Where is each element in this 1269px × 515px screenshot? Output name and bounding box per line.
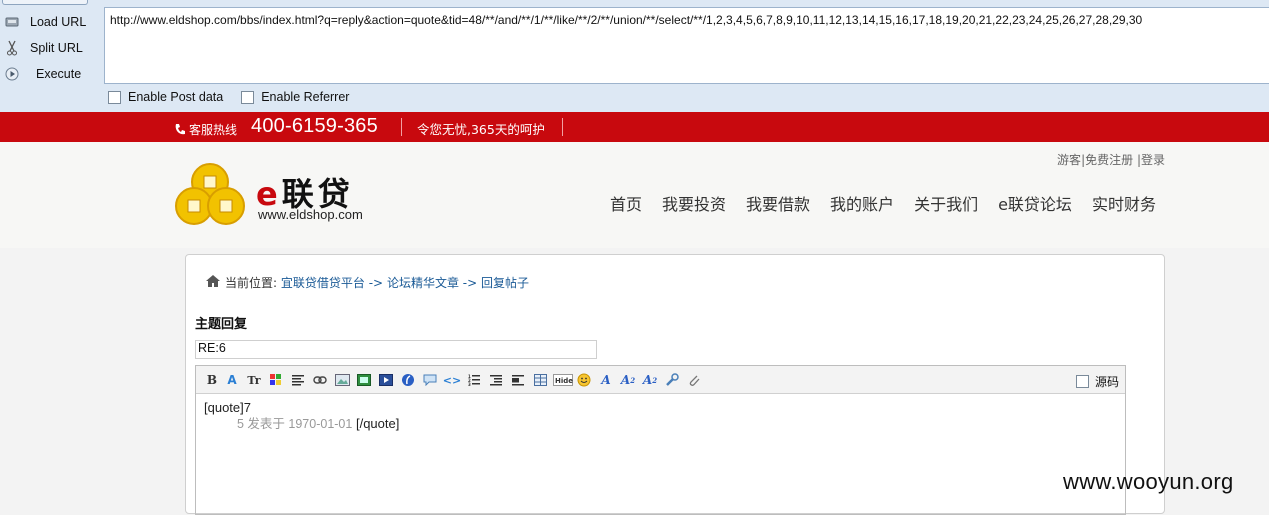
image-icon[interactable] <box>334 372 350 388</box>
hotline-label: 客服热线 <box>189 123 238 137</box>
photo-icon[interactable] <box>356 372 372 388</box>
slogan: 令您无忧,365天的呵护 <box>417 122 545 137</box>
bold-icon[interactable]: B <box>204 372 220 388</box>
content-line: [quote]7 <box>204 400 251 415</box>
user-links: 游客|免费注册 |登录 <box>1057 153 1165 167</box>
breadcrumb-reply[interactable]: 回复帖子 <box>481 274 529 291</box>
register-link[interactable]: 免费注册 <box>1085 153 1133 167</box>
hide-icon[interactable]: Hide <box>552 372 574 388</box>
hackbar-options: Enable Post data Enable Referrer <box>108 90 367 104</box>
login-link[interactable]: 登录 <box>1141 153 1165 167</box>
watermark: www.wooyun.org <box>1063 469 1234 494</box>
breadcrumb-articles[interactable]: 论坛精华文章 <box>387 274 459 291</box>
nav-finance[interactable]: 实时财务 <box>1092 191 1156 215</box>
url-textarea[interactable]: http://www.eldshop.com/bbs/index.html?q=… <box>104 7 1269 84</box>
svg-text:3: 3 <box>468 382 471 386</box>
nav-invest[interactable]: 我要投资 <box>662 191 726 215</box>
section-title: 主题回复 <box>195 317 248 332</box>
svg-text:Hide: Hide <box>555 377 573 385</box>
nav-borrow[interactable]: 我要借款 <box>746 191 810 215</box>
divider <box>401 118 402 136</box>
reply-title-input[interactable]: RE:6 <box>195 340 597 359</box>
home-icon <box>206 275 220 290</box>
editor-toolbar: B A Tr <> 1 2 3 Hide A A 2 A 2 源码 <box>196 366 1125 394</box>
source-mode-toggle[interactable]: 源码 <box>1075 373 1119 390</box>
logo-url: www.eldshop.com <box>258 207 363 222</box>
editor-content[interactable]: [quote]7 5 发表于 1970-01-01 [/quote] <box>204 400 399 432</box>
superscript-icon[interactable]: A2 <box>620 372 636 388</box>
guest-link[interactable]: 游客 <box>1057 153 1081 167</box>
hackbar-actions: Load URL Split URL Execute <box>0 0 104 86</box>
video-icon[interactable] <box>378 372 394 388</box>
quote-icon[interactable] <box>422 372 438 388</box>
breadcrumb: 当前位置: 宜联贷借贷平台 -> 论坛精华文章 -> 回复帖子 <box>206 274 529 291</box>
divider <box>562 118 563 136</box>
nav-forum[interactable]: e联贷论坛 <box>998 191 1072 215</box>
phone-icon <box>174 121 185 140</box>
play-icon <box>4 66 20 82</box>
font-family-icon[interactable]: A <box>224 372 240 388</box>
reply-editor: B A Tr <> 1 2 3 Hide A A 2 A 2 源码 [quote… <box>195 365 1126 515</box>
ordered-list-icon[interactable]: 123 <box>466 372 482 388</box>
logo-emblem-icon[interactable] <box>174 162 246 232</box>
breadcrumb-platform[interactable]: 宜联贷借贷平台 <box>281 274 365 291</box>
nav-about[interactable]: 关于我们 <box>914 191 978 215</box>
content-line: 5 发表于 1970-01-01 [/quote] <box>237 416 400 431</box>
color-icon[interactable] <box>268 372 284 388</box>
load-url-button[interactable]: Load URL <box>4 11 86 33</box>
font-size-icon[interactable]: Tr <box>246 372 262 388</box>
smiley-icon[interactable] <box>576 372 592 388</box>
attachment-icon[interactable] <box>686 372 702 388</box>
site-header: e联贷 www.eldshop.com 游客|免费注册 |登录 首页 我要投资 … <box>0 142 1269 248</box>
hotline-number: 400-6159-365 <box>251 115 378 137</box>
enable-post-option[interactable]: Enable Post data <box>108 90 223 104</box>
code-icon[interactable]: <> <box>443 372 461 388</box>
enable-post-checkbox[interactable] <box>108 90 121 104</box>
scissors-icon <box>4 40 20 56</box>
split-url-button[interactable]: Split URL <box>4 37 83 59</box>
wrench-icon[interactable] <box>664 372 680 388</box>
nav-account[interactable]: 我的账户 <box>830 191 894 215</box>
load-url-icon <box>4 14 20 30</box>
enable-referrer-option[interactable]: Enable Referrer <box>241 90 349 104</box>
flash-icon[interactable] <box>400 372 416 388</box>
enable-referrer-checkbox[interactable] <box>241 90 255 104</box>
hackbar: Load URL Split URL Execute http://www.el… <box>0 0 1269 112</box>
outdent-icon[interactable] <box>510 372 526 388</box>
execute-button[interactable]: Execute <box>4 63 81 85</box>
link-icon[interactable] <box>312 372 328 388</box>
main-nav: 首页 我要投资 我要借款 我的账户 关于我们 e联贷论坛 实时财务 <box>610 191 1176 215</box>
subscript-icon[interactable]: A2 <box>642 372 658 388</box>
hotline-bar: 客服热线 400-6159-365 令您无忧,365天的呵护 <box>0 112 1269 142</box>
source-mode-checkbox[interactable] <box>1075 375 1089 388</box>
nav-home[interactable]: 首页 <box>610 191 642 215</box>
table-icon[interactable] <box>532 372 548 388</box>
font-style-icon[interactable]: A <box>598 372 614 388</box>
reply-panel: 当前位置: 宜联贷借贷平台 -> 论坛精华文章 -> 回复帖子 主题回复 RE:… <box>185 254 1165 515</box>
indent-icon[interactable] <box>488 372 504 388</box>
align-icon[interactable] <box>290 372 306 388</box>
